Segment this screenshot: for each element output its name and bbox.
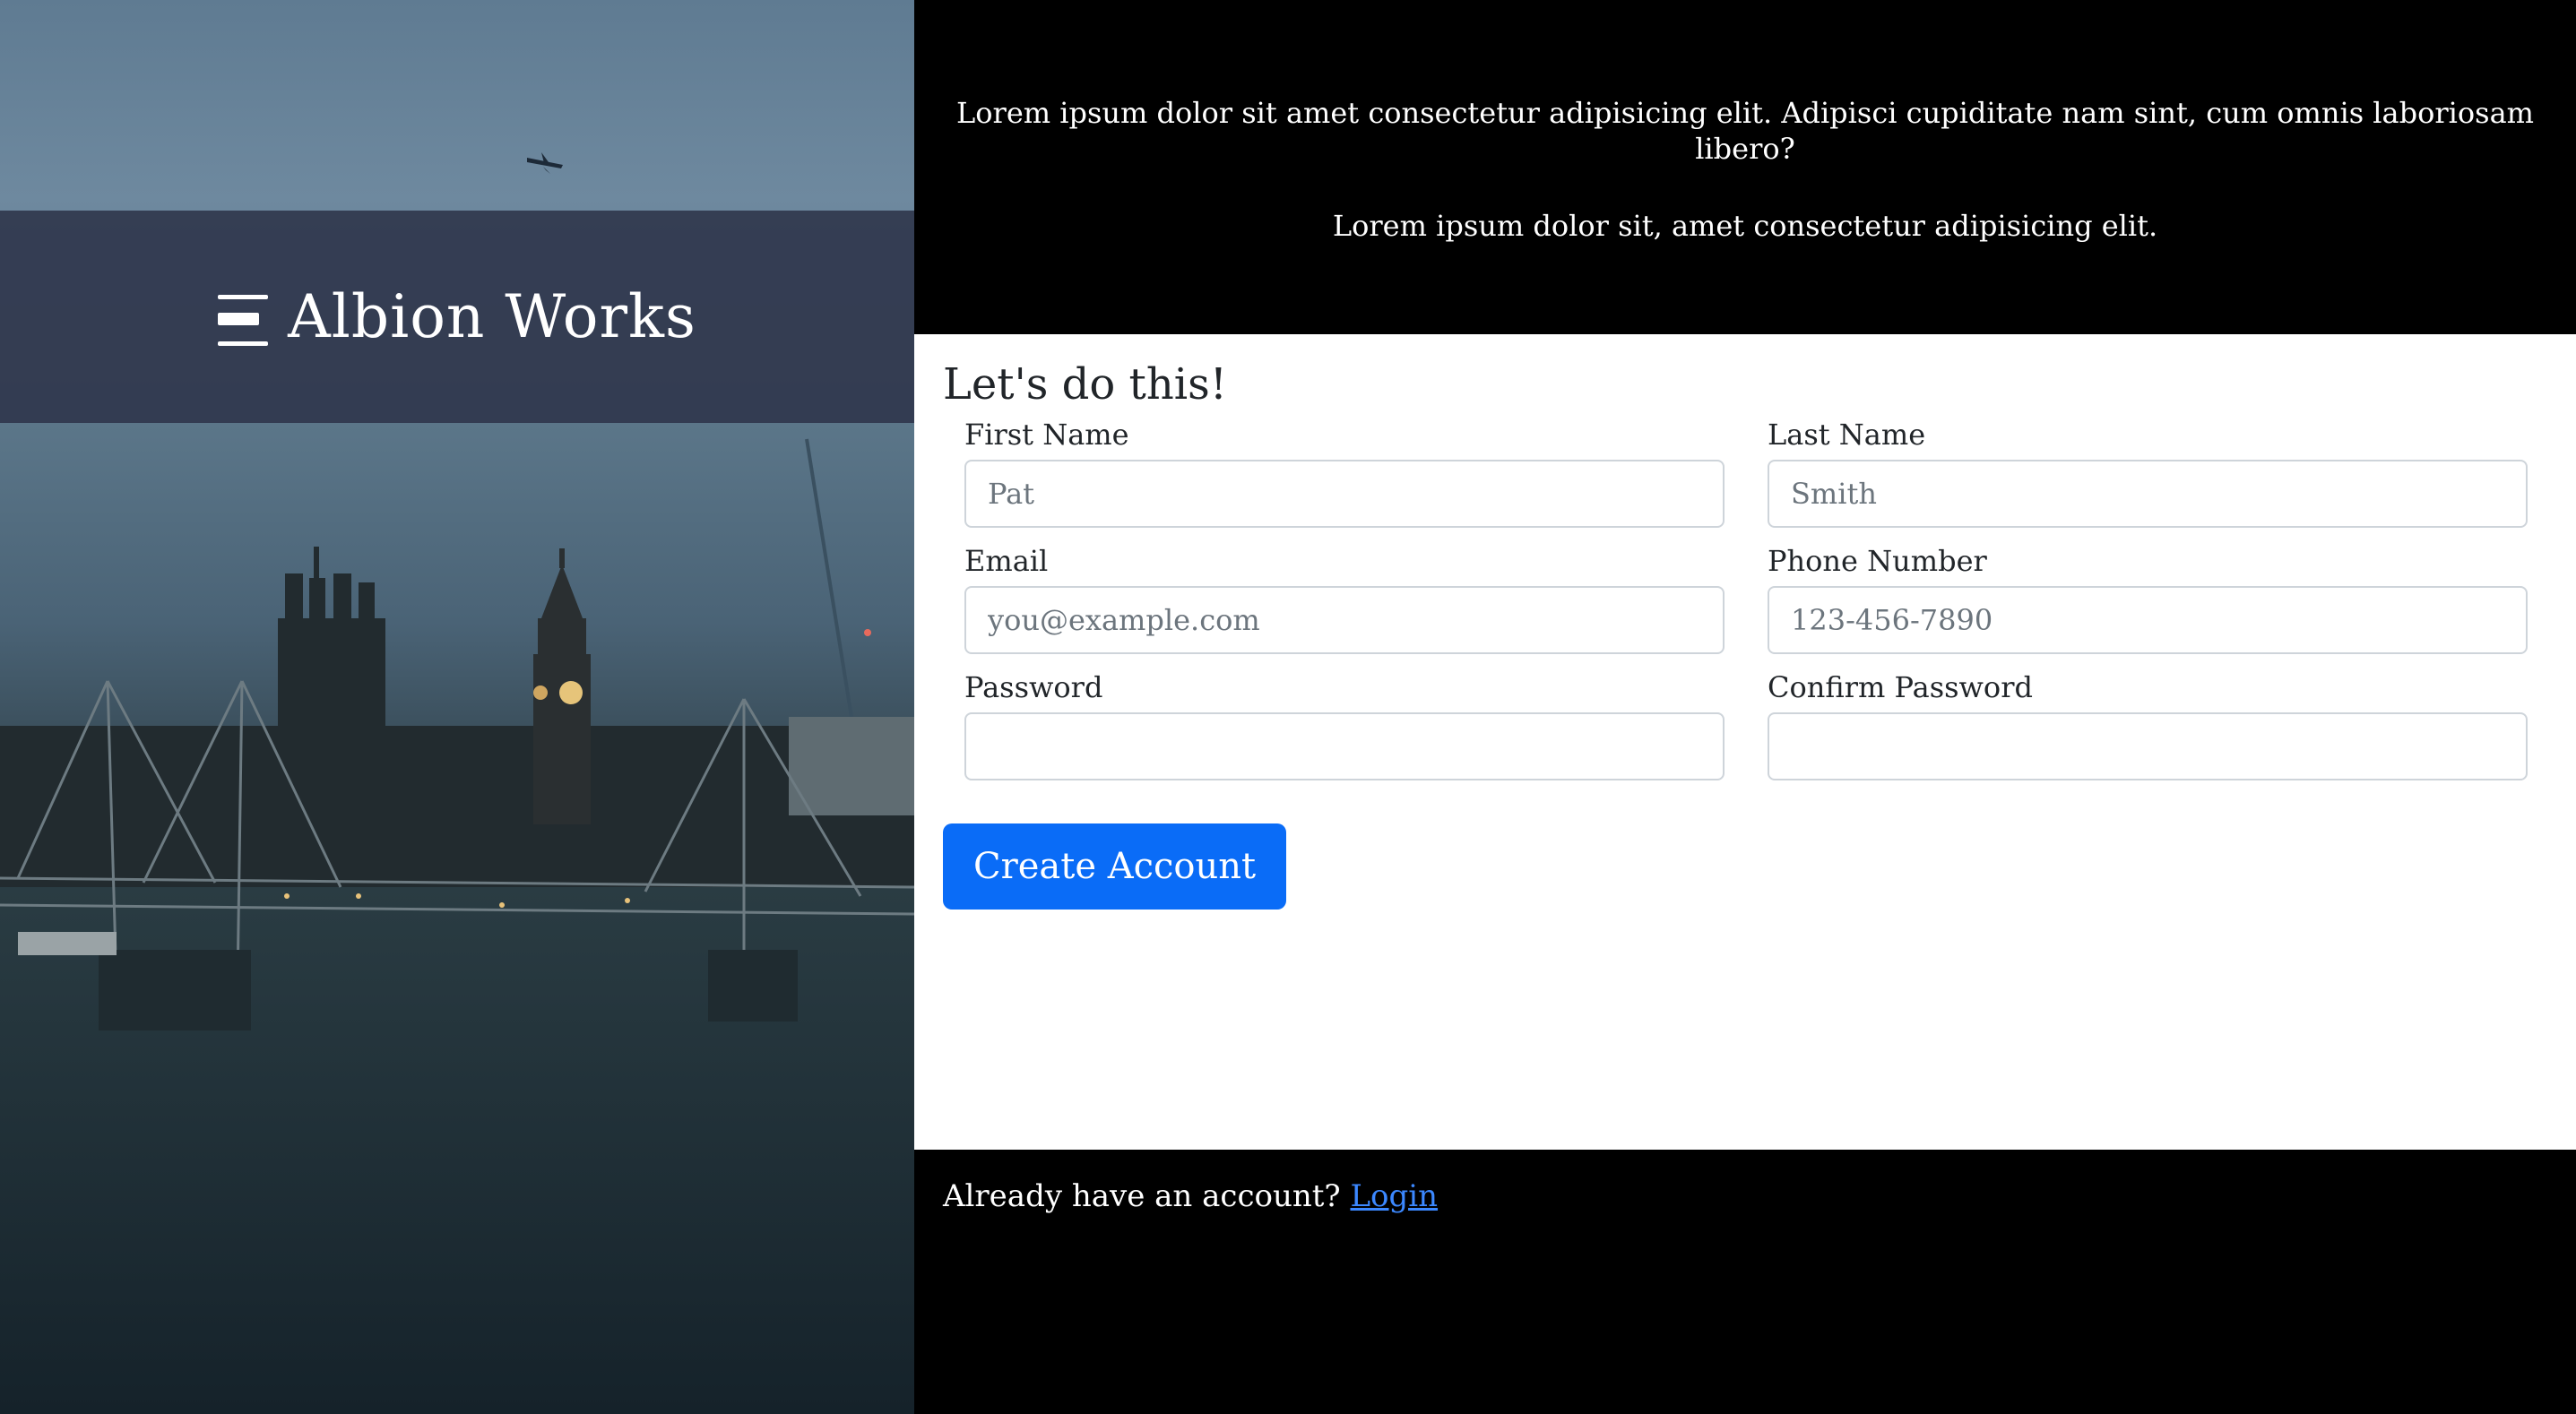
first-name-field: First Name [964, 417, 1725, 528]
form-fields: First Name Last Name Email Phone Number … [943, 417, 2547, 781]
signup-form: Let's do this! First Name Last Name Emai… [914, 334, 2576, 1150]
email-label: Email [964, 543, 1049, 578]
brand-logo[interactable]: Albion Works [218, 281, 696, 351]
password-field: Password [964, 670, 1725, 781]
confirm-password-input[interactable] [1768, 712, 2528, 781]
signup-page: Albion Works Lorem ipsum dolor sit amet … [0, 0, 2576, 1414]
phone-label: Phone Number [1768, 543, 1987, 578]
intro-line-1: Lorem ipsum dolor sit amet consectetur a… [956, 96, 2534, 166]
menu-bars-icon [218, 294, 269, 347]
brand-band: Albion Works [0, 211, 914, 423]
form-title: Let's do this! [943, 359, 1228, 410]
create-account-button[interactable]: Create Account [943, 823, 1287, 910]
password-input[interactable] [964, 712, 1725, 781]
last-name-label: Last Name [1768, 417, 1926, 452]
login-prompt: Already have an account? [943, 1178, 1341, 1214]
intro-section: Lorem ipsum dolor sit amet consectetur a… [914, 0, 2576, 334]
content-panel: Lorem ipsum dolor sit amet consectetur a… [914, 0, 2576, 1414]
confirm-password-field: Confirm Password [1768, 670, 2528, 781]
intro-line-2: Lorem ipsum dolor sit, amet consectetur … [1332, 209, 2158, 243]
email-field: Email [964, 543, 1725, 655]
footer: Already have an account? Login [914, 1150, 2576, 1414]
hero-panel: Albion Works [0, 0, 914, 1414]
confirm-password-label: Confirm Password [1768, 670, 2033, 705]
phone-input[interactable] [1768, 586, 2528, 655]
first-name-input[interactable] [964, 459, 1725, 528]
phone-field: Phone Number [1768, 543, 2528, 655]
email-input[interactable] [964, 586, 1725, 655]
brand-name: Albion Works [288, 281, 696, 351]
first-name-label: First Name [964, 417, 1129, 452]
login-link[interactable]: Login [1350, 1178, 1438, 1214]
last-name-input[interactable] [1768, 459, 2528, 528]
last-name-field: Last Name [1768, 417, 2528, 528]
password-label: Password [964, 670, 1103, 705]
